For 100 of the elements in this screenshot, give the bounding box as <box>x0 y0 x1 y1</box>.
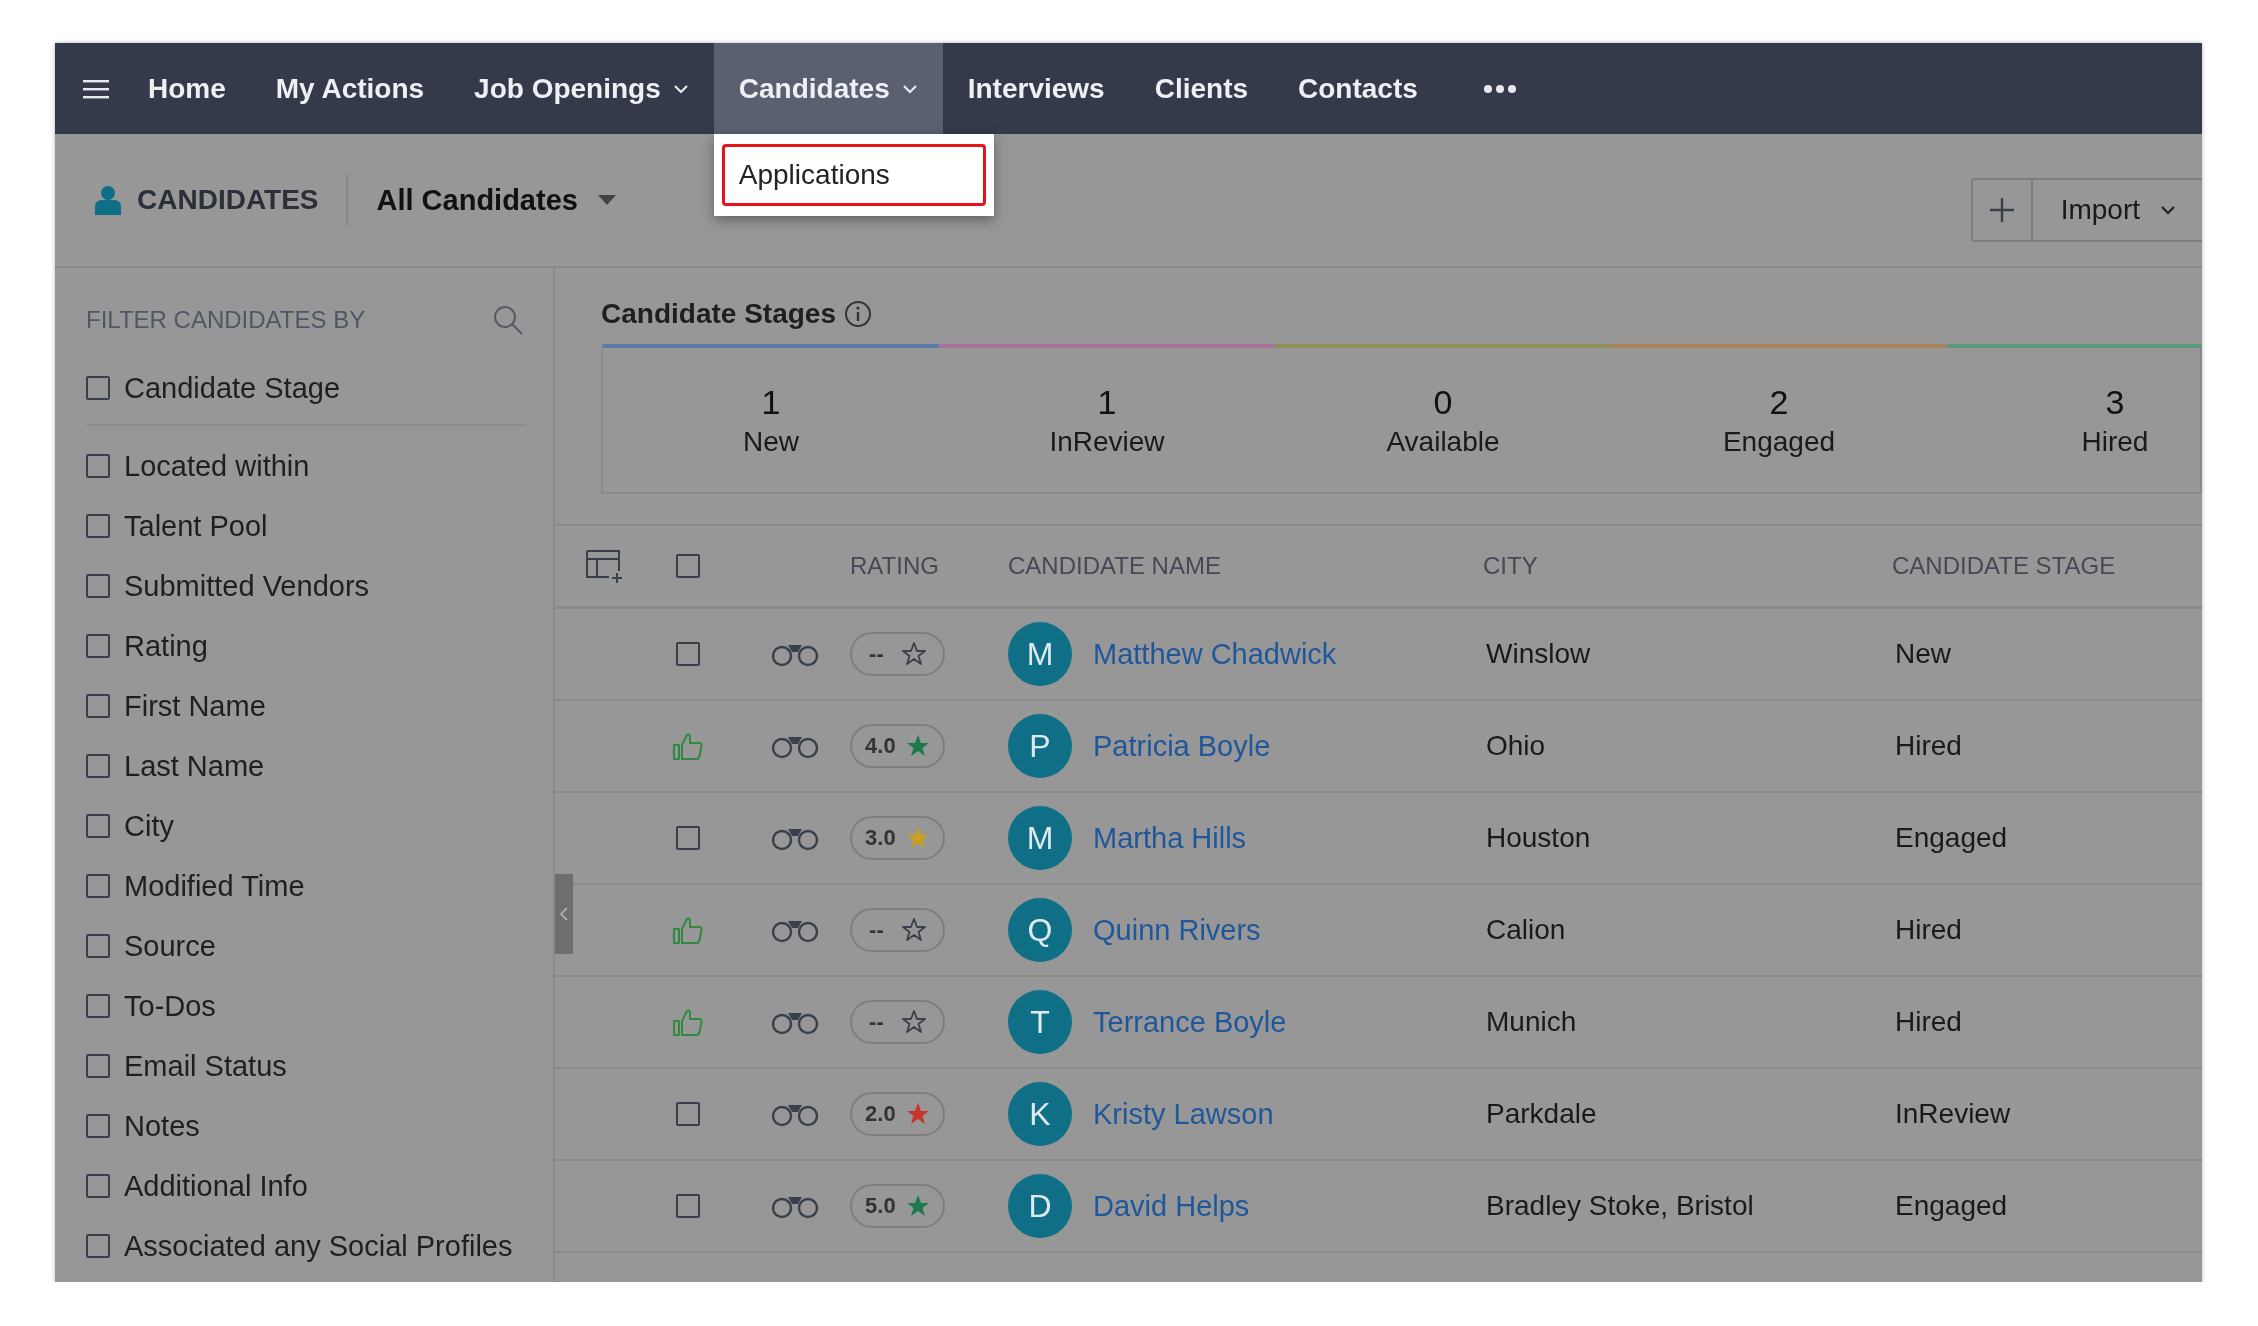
checkbox[interactable] <box>86 1234 110 1258</box>
rating-pill[interactable]: -- <box>850 1000 945 1044</box>
table-cell-text: Ohio <box>1486 730 1547 762</box>
stage-label: Hired <box>2081 425 2149 458</box>
checkbox[interactable] <box>86 454 110 478</box>
avatar: Q <box>1008 898 1072 962</box>
section-title: Candidate Stages <box>601 298 836 330</box>
stage-count: 3 <box>2105 382 2125 422</box>
checkbox[interactable] <box>86 1054 110 1078</box>
avatar: M <box>1008 806 1072 870</box>
filter-label: Candidate Stage <box>124 371 341 405</box>
select-all-checkbox[interactable] <box>676 554 700 578</box>
nav-tab[interactable]: Candidates <box>713 43 943 134</box>
avatar: D <box>1008 1174 1072 1238</box>
checkbox[interactable] <box>86 1174 110 1198</box>
filter-label: Modified Time <box>124 869 305 903</box>
collapse-handle[interactable] <box>555 874 573 954</box>
nav-tab[interactable]: Home <box>123 43 251 134</box>
filter-label: Source <box>124 929 216 963</box>
module-title: CANDIDATES <box>137 184 319 216</box>
nav-tab[interactable]: My Actions <box>250 43 450 134</box>
nav-tab[interactable]: Clients <box>1129 43 1274 134</box>
filter-label: City <box>124 809 174 843</box>
table-cell: Hired <box>1895 730 1962 762</box>
candidate-link[interactable]: Matthew Chadwick <box>1093 637 1486 671</box>
candidate-link[interactable]: Quinn Rivers <box>1093 913 1486 947</box>
checkbox[interactable] <box>676 642 700 666</box>
stage-label: New <box>743 425 799 458</box>
filter-label: Last Name <box>124 749 265 783</box>
checkbox[interactable] <box>86 574 110 598</box>
stage-card[interactable]: 3 Hired <box>1947 344 2202 492</box>
chevron-down-icon <box>2160 205 2176 215</box>
stage-label: Available <box>1386 425 1500 458</box>
checkbox[interactable] <box>86 694 110 718</box>
filter-label: Located within <box>124 449 310 483</box>
stage-label: Engaged <box>1722 425 1836 458</box>
checkbox[interactable] <box>676 826 700 850</box>
rating-pill[interactable]: -- <box>850 908 945 952</box>
menu-item[interactable]: Applications <box>721 144 986 206</box>
chevron-left-icon <box>560 907 568 921</box>
thumbs-up-icon[interactable] <box>673 916 703 944</box>
rating-pill[interactable]: 4.0 <box>850 724 945 768</box>
table-cell-text: Winslow <box>1486 638 1592 670</box>
stage-card[interactable]: 2 Engaged <box>1611 344 1947 492</box>
avatar: T <box>1008 990 1072 1054</box>
checkbox[interactable] <box>86 514 110 538</box>
checkbox[interactable] <box>86 814 110 838</box>
menu-icon[interactable] <box>83 78 109 99</box>
table-cell: Engaged <box>1895 1190 2008 1222</box>
table-cell-text: Houston <box>1486 822 1592 854</box>
table-cell: Hired <box>1895 1006 1962 1038</box>
avatar: M <box>1008 622 1072 686</box>
thumbs-up-icon[interactable] <box>673 1008 703 1036</box>
checkbox[interactable] <box>86 1114 110 1138</box>
candidate-link[interactable]: Terrance Boyle <box>1093 1005 1486 1039</box>
candidate-link[interactable]: David Helps <box>1093 1189 1486 1223</box>
nav-tab[interactable]: Job Openings <box>449 43 714 134</box>
stage-card[interactable]: 0 Available <box>1275 344 1611 492</box>
rating-pill[interactable]: 5.0 <box>850 1184 945 1228</box>
thumbs-up-icon[interactable] <box>673 732 703 760</box>
checkbox[interactable] <box>86 994 110 1018</box>
checkbox[interactable] <box>86 754 110 778</box>
nav-tab[interactable]: Contacts <box>1273 43 1443 134</box>
more-icon[interactable] <box>1482 83 1517 94</box>
checkbox[interactable] <box>86 376 110 400</box>
candidate-link[interactable]: Kristy Lawson <box>1093 1097 1486 1131</box>
checkbox[interactable] <box>86 874 110 898</box>
import-button[interactable]: Import <box>2032 178 2202 242</box>
star-outline-icon <box>901 918 926 942</box>
star-outline-icon <box>901 1010 926 1034</box>
stage-count: 0 <box>1433 382 1453 422</box>
filter-label: Rating <box>124 629 208 663</box>
filter-label: Submitted Vendors <box>124 569 370 603</box>
candidate-link[interactable]: Patricia Boyle <box>1093 729 1486 763</box>
checkbox[interactable] <box>86 634 110 658</box>
table-settings-icon[interactable] <box>585 549 625 583</box>
stage-card[interactable]: 1 InReview <box>939 344 1275 492</box>
nav-tab[interactable]: Interviews <box>942 43 1130 134</box>
search-icon[interactable] <box>493 305 523 335</box>
candidate-link[interactable]: Martha Hills <box>1093 821 1486 855</box>
avatar: P <box>1008 714 1072 778</box>
column-header[interactable]: CANDIDATE STAGE <box>1892 552 2116 579</box>
info-icon[interactable] <box>843 300 872 328</box>
add-button[interactable] <box>1970 178 2033 242</box>
filter-label: First Name <box>124 689 266 723</box>
checkbox[interactable] <box>86 934 110 958</box>
column-header[interactable]: RATING <box>850 552 939 579</box>
rating-pill[interactable]: 2.0 <box>850 1092 945 1136</box>
filter-label: Talent Pool <box>124 509 268 543</box>
stage-card[interactable]: 1 New <box>603 344 939 492</box>
rating-pill[interactable]: 3.0 <box>850 816 945 860</box>
checkbox[interactable] <box>676 1194 700 1218</box>
checkbox[interactable] <box>676 1102 700 1126</box>
stage-count: 1 <box>1097 382 1117 422</box>
column-header[interactable]: CANDIDATE NAME <box>1008 552 1221 579</box>
column-header[interactable]: CITY <box>1483 552 1538 579</box>
table-cell-text: Bradley Stoke, Bristol <box>1486 1190 1755 1222</box>
view-selector[interactable]: All Candidates <box>376 183 616 217</box>
rating-pill[interactable]: -- <box>850 632 945 676</box>
table-cell: Hired <box>1895 914 1962 946</box>
